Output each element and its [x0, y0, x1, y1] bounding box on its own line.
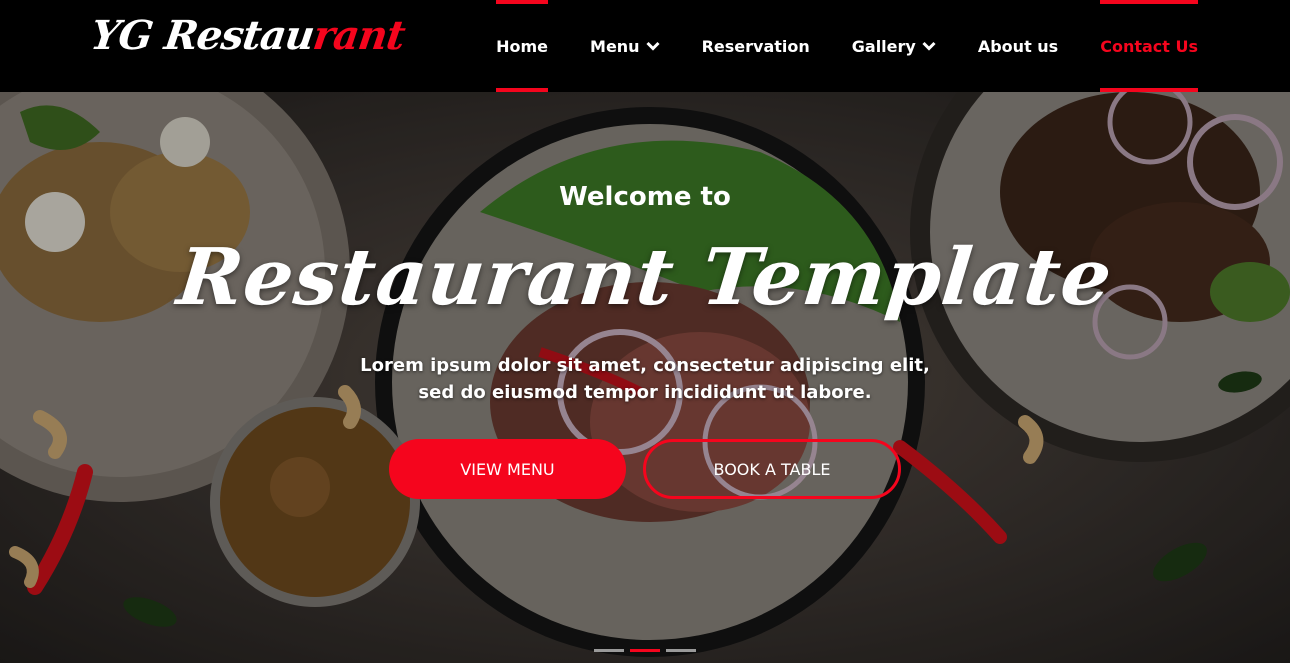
chevron-down-icon	[922, 41, 936, 51]
nav-item-reservation[interactable]: Reservation	[702, 0, 810, 92]
nav-item-label: About us	[977, 36, 1059, 56]
book-table-button[interactable]: BOOK A TABLE	[643, 439, 901, 499]
view-menu-button[interactable]: VIEW MENU	[389, 439, 626, 499]
site-header: YG Restaurant Home Menu Reservation Gall…	[0, 0, 1290, 92]
nav-item-label: Gallery	[851, 36, 916, 56]
nav-item-label: Reservation	[701, 36, 810, 56]
nav-item-about[interactable]: About us	[978, 0, 1058, 92]
logo-text-red: rant	[310, 12, 408, 59]
nav-item-gallery[interactable]: Gallery	[852, 0, 936, 92]
hero-welcome-text: Welcome to	[559, 182, 731, 212]
nav-item-contact[interactable]: Contact Us	[1100, 0, 1198, 92]
hero-slider: Welcome to Restaurant Template Lorem ips…	[0, 92, 1290, 663]
nav-item-label: Contact Us	[1100, 36, 1198, 56]
carousel-indicators	[594, 649, 696, 652]
hero-title: Restaurant Template	[173, 232, 1117, 323]
chevron-down-icon	[646, 41, 660, 51]
nav-item-label: Home	[496, 36, 549, 56]
nav-item-label: Menu	[590, 36, 640, 56]
main-nav: Home Menu Reservation Gallery About us C…	[496, 0, 1198, 92]
nav-item-menu[interactable]: Menu	[590, 0, 660, 92]
carousel-dot[interactable]	[594, 649, 624, 652]
logo-text-white: YG Restau	[87, 12, 317, 59]
nav-item-home[interactable]: Home	[496, 0, 548, 92]
carousel-dot[interactable]	[666, 649, 696, 652]
brand-logo[interactable]: YG Restaurant	[86, 12, 408, 76]
carousel-dot-active[interactable]	[630, 649, 660, 652]
hero-subtitle: Lorem ipsum dolor sit amet, consectetur …	[360, 355, 930, 403]
